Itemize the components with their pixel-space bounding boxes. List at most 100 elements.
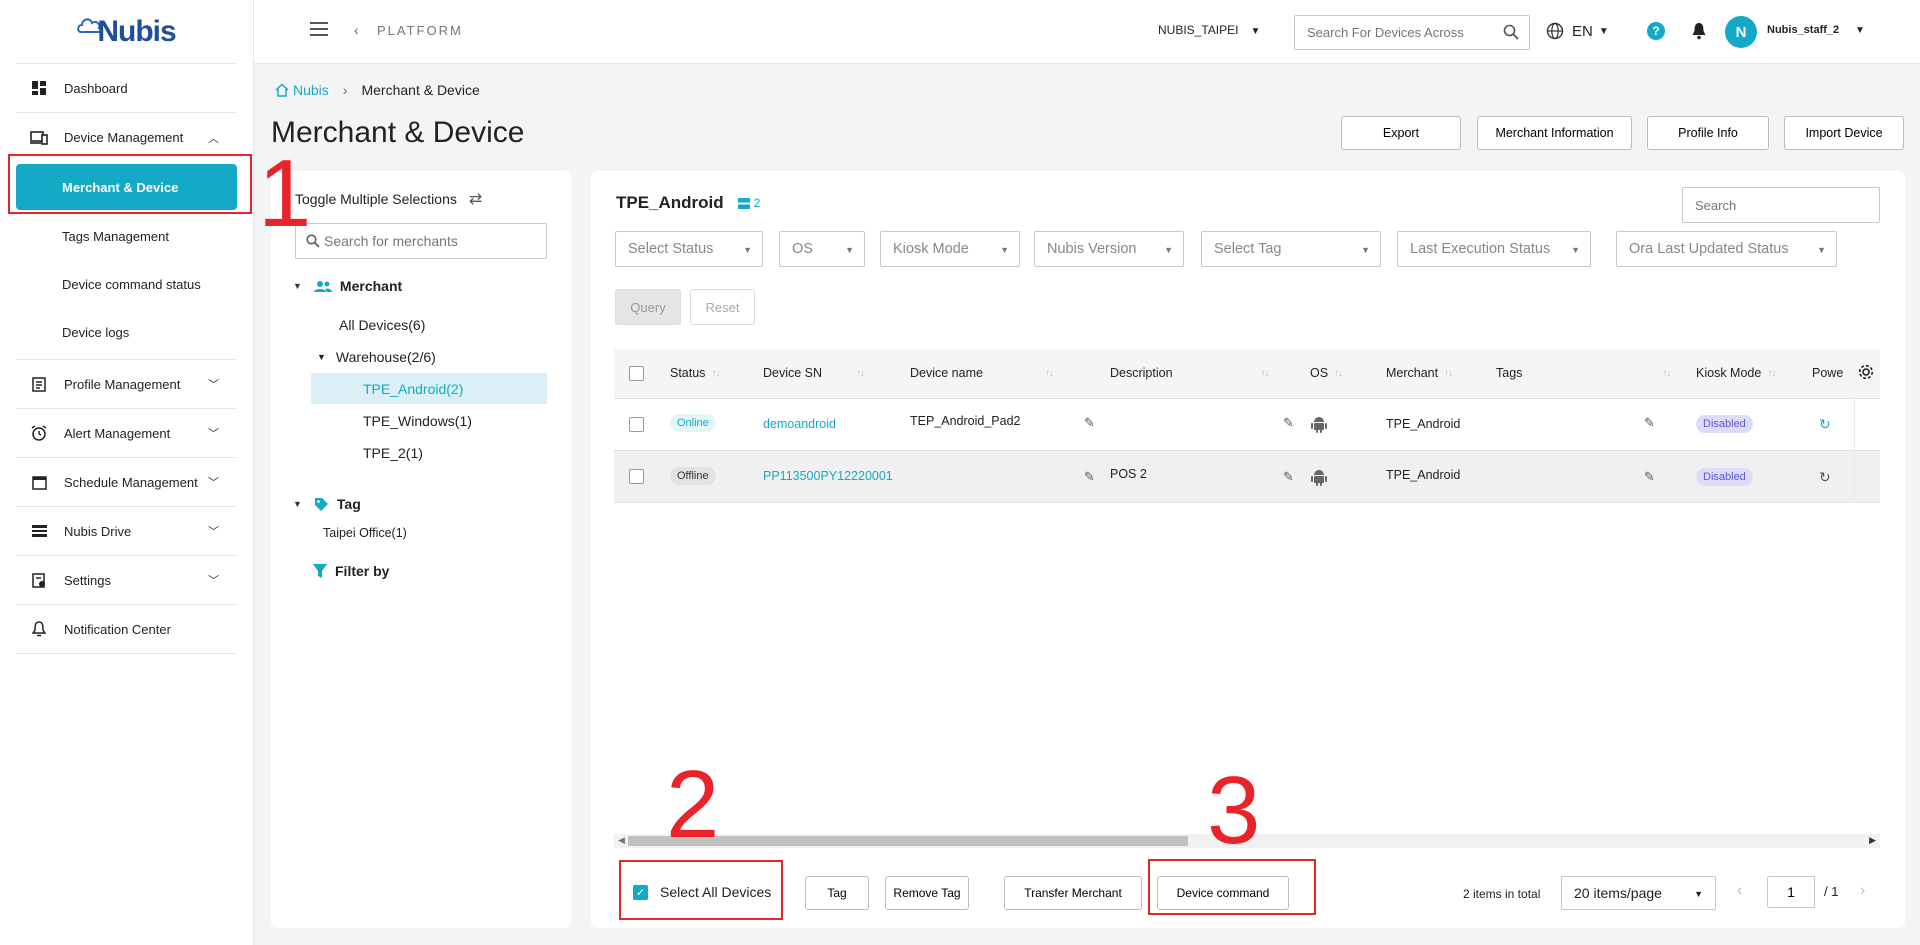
notification-bell-icon[interactable] (1691, 22, 1707, 43)
column-description[interactable]: Description ↑↓ (1110, 366, 1270, 380)
column-device-sn[interactable]: Device SN ↑↓ (763, 366, 865, 380)
filter-tag[interactable]: Select Tag ▼ (1201, 231, 1381, 267)
chevron-left-icon[interactable]: ‹ (354, 22, 359, 38)
table-row[interactable]: Online demoandroid TEP_Android_Pad2 ✎ ✎ … (614, 399, 1880, 451)
scroll-left-icon[interactable]: ◀ (618, 835, 625, 846)
edit-name-icon[interactable]: ✎ (1084, 415, 1095, 431)
previous-page-icon[interactable]: ‹ (1737, 882, 1742, 900)
caret-down-icon[interactable]: ▼ (317, 352, 326, 362)
sort-icon[interactable]: ↑↓ (711, 368, 720, 379)
filter-os[interactable]: OS ▼ (779, 231, 865, 267)
filter-last-execution-status[interactable]: Last Execution Status ▼ (1397, 231, 1591, 267)
filter-kiosk-mode[interactable]: Kiosk Mode ▼ (880, 231, 1020, 267)
avatar[interactable]: N (1725, 16, 1757, 48)
drive-icon (30, 522, 48, 540)
refresh-icon[interactable]: ↻ (1819, 416, 1831, 433)
column-status[interactable]: Status ↑↓ (670, 366, 720, 380)
filter-status[interactable]: Select Status ▼ (615, 231, 763, 267)
header-checkbox[interactable] (629, 366, 644, 381)
sidebar-subitem-tags-management[interactable]: Tags Management (16, 212, 237, 260)
sidebar-subitem-device-logs[interactable]: Device logs (16, 308, 237, 356)
caret-down-icon[interactable]: ▼ (293, 499, 302, 509)
row-checkbox[interactable] (629, 417, 644, 432)
column-power[interactable]: Powe (1812, 366, 1843, 380)
device-sn-link[interactable]: PP113500PY12220001 (763, 469, 893, 483)
column-device-name[interactable]: Device name ↑↓ (910, 366, 1054, 380)
next-page-icon[interactable]: › (1860, 882, 1865, 900)
sidebar-item-nubis-drive[interactable]: Nubis Drive ﹀ (16, 507, 237, 556)
tree-node-tpe-2[interactable]: TPE_2(1) (363, 437, 423, 468)
user-name[interactable]: Nubis_staff_2 (1767, 24, 1839, 36)
language-select[interactable]: EN ▼ (1546, 22, 1609, 40)
panel-title-text: TPE_Android (616, 193, 724, 212)
profile-info-button[interactable]: Profile Info (1647, 116, 1769, 150)
items-per-page-select[interactable]: 20 items/page ▼ (1561, 876, 1716, 910)
tag-button[interactable]: Tag (805, 876, 869, 910)
edit-description-icon[interactable]: ✎ (1283, 469, 1294, 485)
tree-node-tpe-windows[interactable]: TPE_Windows(1) (363, 405, 472, 436)
sort-icon[interactable]: ↑↓ (1261, 368, 1270, 379)
menu-icon[interactable] (310, 22, 328, 36)
filter-nubis-version[interactable]: Nubis Version ▼ (1034, 231, 1184, 267)
edit-tags-icon[interactable]: ✎ (1644, 469, 1655, 485)
panel-title: TPE_Android 2 (616, 193, 760, 213)
filter-by[interactable]: Filter by (313, 563, 389, 579)
transfer-merchant-button[interactable]: Transfer Merchant (1004, 876, 1142, 910)
sidebar-item-dashboard[interactable]: Dashboard (16, 64, 237, 113)
toggle-multiple-selections[interactable]: Toggle Multiple Selections ⇄ (295, 189, 482, 209)
sort-icon[interactable]: ↑↓ (1444, 368, 1453, 379)
nubis-logo[interactable]: Nubis (16, 0, 237, 64)
swap-icon[interactable]: ⇄ (469, 189, 482, 209)
caret-down-icon[interactable]: ▼ (293, 281, 302, 291)
edit-description-icon[interactable]: ✎ (1283, 415, 1294, 431)
column-kiosk-mode[interactable]: Kiosk Mode ↑↓ (1696, 366, 1776, 380)
sidebar-item-schedule-management[interactable]: Schedule Management ﹀ (16, 458, 237, 507)
tag-heading[interactable]: ▼ Tag (293, 496, 361, 512)
remove-tag-button[interactable]: Remove Tag (885, 876, 969, 910)
merchant-heading[interactable]: ▼ Merchant (293, 278, 402, 294)
tree-node-taipei-office[interactable]: Taipei Office(1) (323, 517, 407, 548)
tree-node-tpe-android[interactable]: TPE_Android(2) (311, 373, 547, 404)
edit-name-icon[interactable]: ✎ (1084, 469, 1095, 485)
row-checkbox[interactable] (629, 469, 644, 484)
filter-ora-last-updated-status[interactable]: Ora Last Updated Status ▼ (1616, 231, 1837, 267)
sort-icon[interactable]: ↑↓ (1767, 368, 1776, 379)
search-icon[interactable] (1503, 24, 1519, 43)
scroll-right-icon[interactable]: ▶ (1869, 835, 1876, 846)
organization-select[interactable]: NUBIS_TAIPEI ▼ (1158, 23, 1260, 37)
sort-icon[interactable]: ↑↓ (1045, 368, 1054, 379)
caret-down-icon[interactable]: ▼ (1855, 25, 1865, 36)
table-row[interactable]: Offline PP113500PY12220001 ✎ POS 2 ✎ TPE… (614, 451, 1880, 503)
merchant-information-button[interactable]: Merchant Information (1477, 116, 1632, 150)
reset-button[interactable]: Reset (690, 289, 755, 325)
merchant-search[interactable] (295, 223, 547, 259)
sort-icon[interactable]: ↑↓ (856, 368, 865, 379)
page-input[interactable] (1767, 876, 1815, 908)
sidebar-item-notification-center[interactable]: Notification Center (16, 605, 237, 654)
tree-node-all-devices[interactable]: All Devices(6) (339, 309, 425, 340)
sort-icon[interactable]: ↑↓ (1334, 368, 1343, 379)
edit-tags-icon[interactable]: ✎ (1644, 415, 1655, 431)
column-tags[interactable]: Tags ↑↓ (1496, 366, 1671, 380)
sidebar-item-profile-management[interactable]: Profile Management ﹀ (16, 360, 237, 409)
query-button[interactable]: Query (615, 289, 681, 325)
column-merchant[interactable]: Merchant ↑↓ (1386, 366, 1453, 380)
column-os[interactable]: OS ↑↓ (1310, 366, 1343, 380)
device-sn-link[interactable]: demoandroid (763, 417, 836, 431)
sort-icon[interactable]: ↑↓ (1662, 368, 1671, 379)
help-icon[interactable]: ? (1647, 22, 1665, 40)
tree-node-warehouse[interactable]: ▼ Warehouse(2/6) (317, 341, 436, 372)
platform-label[interactable]: PLATFORM (377, 23, 463, 38)
export-button[interactable]: Export (1341, 116, 1461, 150)
sidebar-item-alert-management[interactable]: Alert Management ﹀ (16, 409, 237, 458)
sidebar-subitem-device-command-status[interactable]: Device command status (16, 260, 237, 308)
column-settings-icon[interactable] (1858, 364, 1874, 383)
import-device-button[interactable]: Import Device (1784, 116, 1904, 150)
device-search-input[interactable] (1682, 187, 1880, 223)
refresh-icon[interactable]: ↻ (1819, 469, 1831, 486)
global-search-input[interactable] (1295, 16, 1485, 49)
merchant-search-input[interactable] (324, 233, 544, 249)
global-search[interactable] (1294, 15, 1530, 50)
sidebar-item-settings[interactable]: Settings ﹀ (16, 556, 237, 605)
breadcrumb-home[interactable]: Nubis (274, 82, 329, 98)
